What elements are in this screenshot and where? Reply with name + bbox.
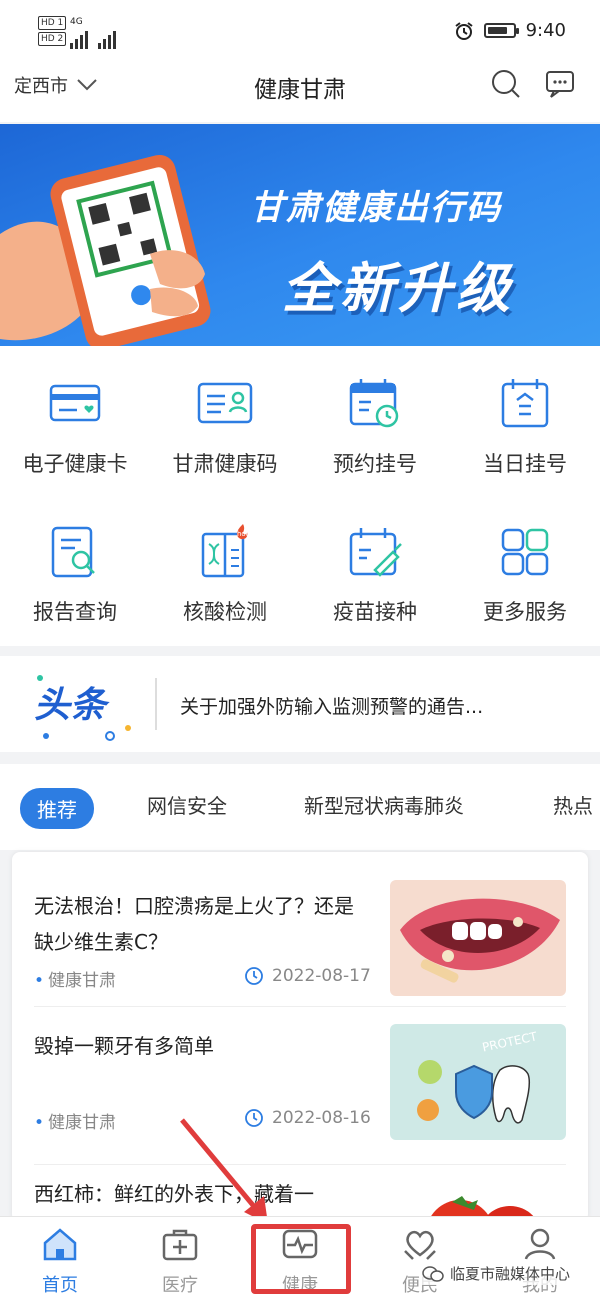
tab-label: 医疗: [162, 1275, 198, 1296]
article-thumbnail: [390, 1174, 566, 1222]
grid-icon: [501, 528, 549, 576]
service-health-card[interactable]: 电子健康卡: [0, 374, 150, 478]
wechat-icon: [422, 1265, 444, 1282]
service-more[interactable]: 更多服务: [450, 522, 600, 626]
signal-icon: 4G: [70, 18, 116, 49]
sim1-label: HD 1: [38, 16, 67, 30]
clock: 9:40: [525, 20, 566, 41]
service-label: 疫苗接种: [333, 600, 417, 624]
service-label: 当日挂号: [483, 452, 567, 476]
tab-medical[interactable]: 医疗: [120, 1225, 240, 1297]
divider: [34, 1164, 566, 1165]
article-date-row: 2022-08-17: [244, 966, 371, 986]
service-grid: 电子健康卡 甘肃健康码 预约挂号 当日挂号 报告查询 hot 核酸检测 疫苗接种…: [0, 346, 600, 646]
service-health-code[interactable]: 甘肃健康码: [150, 374, 300, 478]
article-thumbnail: PROTECT: [390, 1024, 566, 1140]
banner-title: 甘肃健康出行码: [250, 188, 502, 228]
mouth-ulcer-image: [400, 898, 560, 983]
service-vaccine[interactable]: 疫苗接种: [300, 522, 450, 626]
service-nucleic-test[interactable]: hot 核酸检测: [150, 522, 300, 626]
divider: [155, 678, 157, 730]
tab-hot[interactable]: 热点: [553, 790, 593, 819]
tab-convenience[interactable]: 便民: [360, 1225, 480, 1297]
tomato-image: [428, 1196, 538, 1222]
heart-hands-icon: [404, 1230, 436, 1260]
dna-test-icon: hot: [201, 524, 249, 578]
sim2-label: HD 2: [38, 32, 67, 46]
news-feed: 无法根治！口腔溃疡是上火了？还是缺少维生素C？ 健康甘肃 2022-08-17 …: [12, 852, 588, 1222]
headline-news[interactable]: 头条 关于加强外防输入监测预警的通告...: [0, 656, 600, 752]
article-source: 健康甘肃: [34, 1108, 116, 1133]
sim-indicators: HD 1 HD 2: [38, 16, 67, 46]
article-date: 2022-08-16: [272, 1108, 371, 1128]
article-source: 健康甘肃: [34, 966, 116, 991]
banner-subtitle: 全新升级: [282, 257, 514, 320]
list-item[interactable]: 无法根治！口腔溃疡是上火了？还是缺少维生素C？ 健康甘肃 2022-08-17: [12, 852, 588, 1002]
service-report[interactable]: 报告查询: [0, 522, 150, 626]
category-tabs: 推荐 网信安全 新型冠状病毒肺炎 热点: [0, 764, 600, 850]
tab-recommend[interactable]: 推荐: [20, 788, 94, 829]
tooth-protect-image: PROTECT: [417, 1029, 539, 1124]
service-label: 报告查询: [33, 600, 117, 624]
report-search-icon: [51, 526, 95, 578]
status-bar: HD 1 HD 2 4G 9:40: [0, 0, 600, 60]
tab-profile[interactable]: 我的: [480, 1225, 600, 1297]
service-label: 核酸检测: [183, 600, 267, 624]
watermark: 临夏市融媒体中心: [420, 1262, 573, 1285]
service-label: 更多服务: [483, 600, 567, 624]
list-item[interactable]: 毁掉一颗牙有多简单 健康甘肃 2022-08-16 PROTECT: [12, 1010, 588, 1160]
calendar-clock-icon: [349, 379, 399, 428]
service-label: 电子健康卡: [22, 452, 128, 476]
alarm-icon: [454, 21, 473, 40]
hot-badge: hot: [237, 530, 249, 538]
service-label: 预约挂号: [333, 452, 417, 476]
tab-label: 首页: [42, 1275, 78, 1296]
medical-kit-icon: [162, 1229, 198, 1261]
article-thumbnail: [390, 880, 566, 996]
network-type: 4G: [70, 17, 83, 27]
clock-icon: [245, 967, 263, 985]
message-icon[interactable]: [544, 68, 576, 100]
watermark-text: 临夏市融媒体中心: [450, 1265, 571, 1283]
service-same-day[interactable]: 当日挂号: [450, 374, 600, 478]
vaccine-icon: [349, 528, 402, 577]
health-card-icon: [49, 384, 101, 422]
tab-home[interactable]: 首页: [0, 1225, 120, 1297]
home-icon: [43, 1228, 77, 1261]
article-title: 毁掉一颗牙有多简单: [34, 1034, 214, 1058]
tab-covid[interactable]: 新型冠状病毒肺炎: [304, 790, 464, 819]
calendar-today-icon: [501, 379, 549, 428]
highlight-box: [251, 1224, 351, 1294]
service-label: 甘肃健康码: [172, 452, 278, 476]
service-appointment[interactable]: 预约挂号: [300, 374, 450, 478]
red-arrow-annotation: [180, 1118, 268, 1224]
headline-text[interactable]: 关于加强外防输入监测预警的通告...: [180, 692, 483, 719]
headline-logo: 头条: [34, 685, 107, 726]
thumb-protect-text: PROTECT: [481, 1029, 539, 1054]
hand-phone-illustration: [0, 154, 211, 346]
tab-cyber-security[interactable]: 网信安全: [147, 790, 227, 819]
article-title: 无法根治！口腔溃疡是上火了？还是缺少维生素C？: [34, 894, 354, 954]
health-code-icon: [197, 382, 253, 424]
battery-icon: [483, 23, 519, 38]
search-icon[interactable]: [490, 68, 522, 100]
divider: [34, 1006, 566, 1007]
app-header: 定西市 健康甘肃: [0, 60, 600, 122]
promo-banner[interactable]: 甘肃健康出行码 全新升级: [0, 124, 600, 346]
user-icon: [524, 1228, 556, 1260]
list-item[interactable]: 西红柿：鲜红的外表下，藏着一: [12, 1168, 588, 1222]
article-date: 2022-08-17: [272, 966, 371, 986]
